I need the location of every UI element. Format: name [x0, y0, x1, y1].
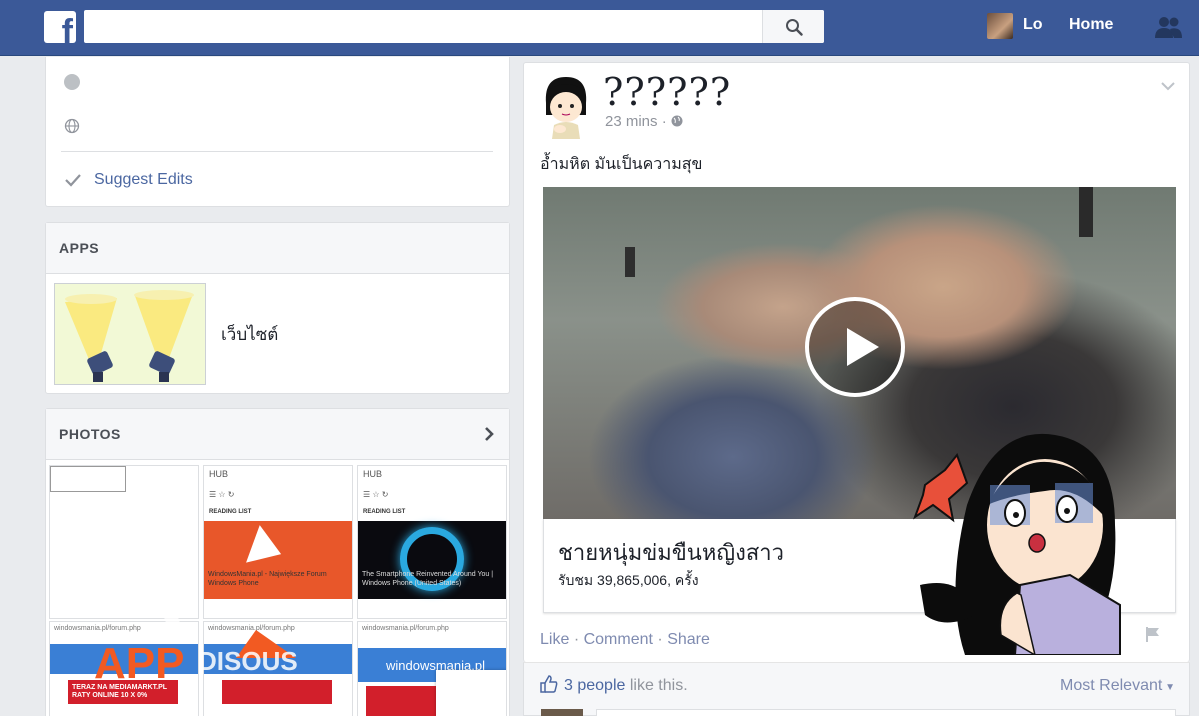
user-avatar[interactable] [987, 13, 1013, 39]
caret-down-icon: ▼ [1162, 682, 1175, 693]
apps-header: APPS [46, 223, 509, 274]
post-author[interactable]: ?????? [603, 70, 731, 114]
suggest-edits-link[interactable]: Suggest Edits [64, 171, 193, 189]
table-leg [1079, 187, 1093, 237]
like-button[interactable]: Like [540, 631, 569, 648]
toolbar-icons: ☰ ☆ ↻ [209, 490, 235, 499]
photo-thumbnail[interactable] [49, 465, 199, 619]
likes-count-link[interactable]: 3 people [564, 677, 625, 694]
about-card: Suggest Edits [45, 57, 510, 207]
post-actions: Like · Comment · Share [540, 631, 710, 648]
hub-label: HUB [209, 469, 229, 479]
top-navigation-bar: f Lo Home [0, 0, 1199, 56]
photos-header[interactable]: PHOTOS [46, 409, 509, 460]
apps-heading: APPS [59, 240, 100, 256]
facebook-logo[interactable]: f [44, 11, 76, 43]
video-view-count: รับชม 39,865,006, ครั้ง [558, 572, 699, 588]
about-row-website [64, 118, 80, 134]
apps-card: APPS เว็บไซต์ [45, 222, 510, 394]
comment-input[interactable] [596, 709, 1176, 716]
url-label: windowsmania.pl/forum.php [362, 625, 449, 632]
info-icon [64, 74, 80, 90]
thumbs-up-icon [540, 675, 558, 693]
likes-summary: 3 people like this. [564, 677, 688, 695]
play-button[interactable] [805, 297, 905, 397]
search-input[interactable] [84, 10, 760, 43]
spotlight-icon [55, 284, 205, 384]
reading-list-label: READING LIST [363, 509, 406, 515]
about-row-info [64, 74, 80, 90]
search-icon [786, 19, 803, 36]
photo-thumbnail[interactable]: windowsmania.pl/forum.php windowsmania.p… [357, 621, 507, 716]
app-watermark-logo: APP DISOUS [94, 600, 298, 688]
home-link[interactable]: Home [1069, 16, 1113, 34]
comment-button[interactable]: Comment [584, 631, 653, 648]
post-time-text: 23 mins [605, 113, 658, 130]
author-avatar[interactable] [540, 73, 592, 139]
public-globe-icon [671, 115, 683, 127]
context-menu [436, 670, 506, 716]
photos-heading: PHOTOS [59, 426, 121, 442]
checkmark-icon [65, 174, 81, 187]
profile-link[interactable]: Lo [1023, 16, 1043, 34]
cartoon-girl-sticker [913, 433, 1121, 655]
red-banner [366, 686, 436, 716]
post-timestamp[interactable]: 23 mins · [605, 113, 683, 130]
divider [61, 151, 493, 152]
likes-bar: 3 people like this. Most Relevant ▼ [523, 662, 1190, 716]
hub-label: HUB [363, 469, 383, 479]
app-label[interactable]: เว็บไซต์ [221, 321, 278, 348]
chevron-right-icon[interactable] [483, 426, 495, 442]
photo-thumbnail[interactable]: HUB ☰ ☆ ↻ READING LIST The Smartphone Re… [357, 465, 507, 619]
sort-comments-dropdown[interactable]: Most Relevant ▼ [1060, 677, 1175, 695]
reading-list-label: READING LIST [209, 509, 252, 515]
globe-icon [64, 118, 80, 134]
share-button[interactable]: Share [667, 631, 710, 648]
likes-suffix: like this. [629, 677, 688, 694]
photo-frame [50, 466, 126, 492]
sort-label: Most Relevant [1060, 677, 1163, 694]
table-leg [625, 247, 635, 277]
svg-text:APP: APP [94, 639, 184, 688]
photo-caption: WindowsMania.pl - Największe Forum Windo… [208, 571, 327, 587]
friend-requests-icon[interactable] [1153, 14, 1183, 40]
svg-text:DISOUS: DISOUS [198, 646, 298, 676]
video-title[interactable]: ชายหนุ่มข่มขืนหญิงสาว [558, 535, 784, 570]
search-bar [84, 10, 824, 43]
photo-thumbnail[interactable]: HUB ☰ ☆ ↻ READING LIST WindowsMania.pl -… [203, 465, 353, 619]
post-text: อ้ำมหิต มันเป็นความสุข [540, 156, 703, 173]
toolbar-icons: ☰ ☆ ↻ [363, 490, 389, 499]
flag-icon[interactable] [1144, 625, 1162, 643]
suggest-edits-label: Suggest Edits [94, 171, 193, 188]
website-app-thumbnail[interactable] [54, 283, 206, 385]
photo-caption: The Smartphone Reinvented Around You | W… [362, 571, 494, 587]
chevron-down-icon[interactable] [1161, 81, 1175, 91]
facebook-logo-letter: f [61, 13, 73, 43]
commenter-avatar [541, 709, 583, 716]
search-button[interactable] [762, 10, 824, 43]
